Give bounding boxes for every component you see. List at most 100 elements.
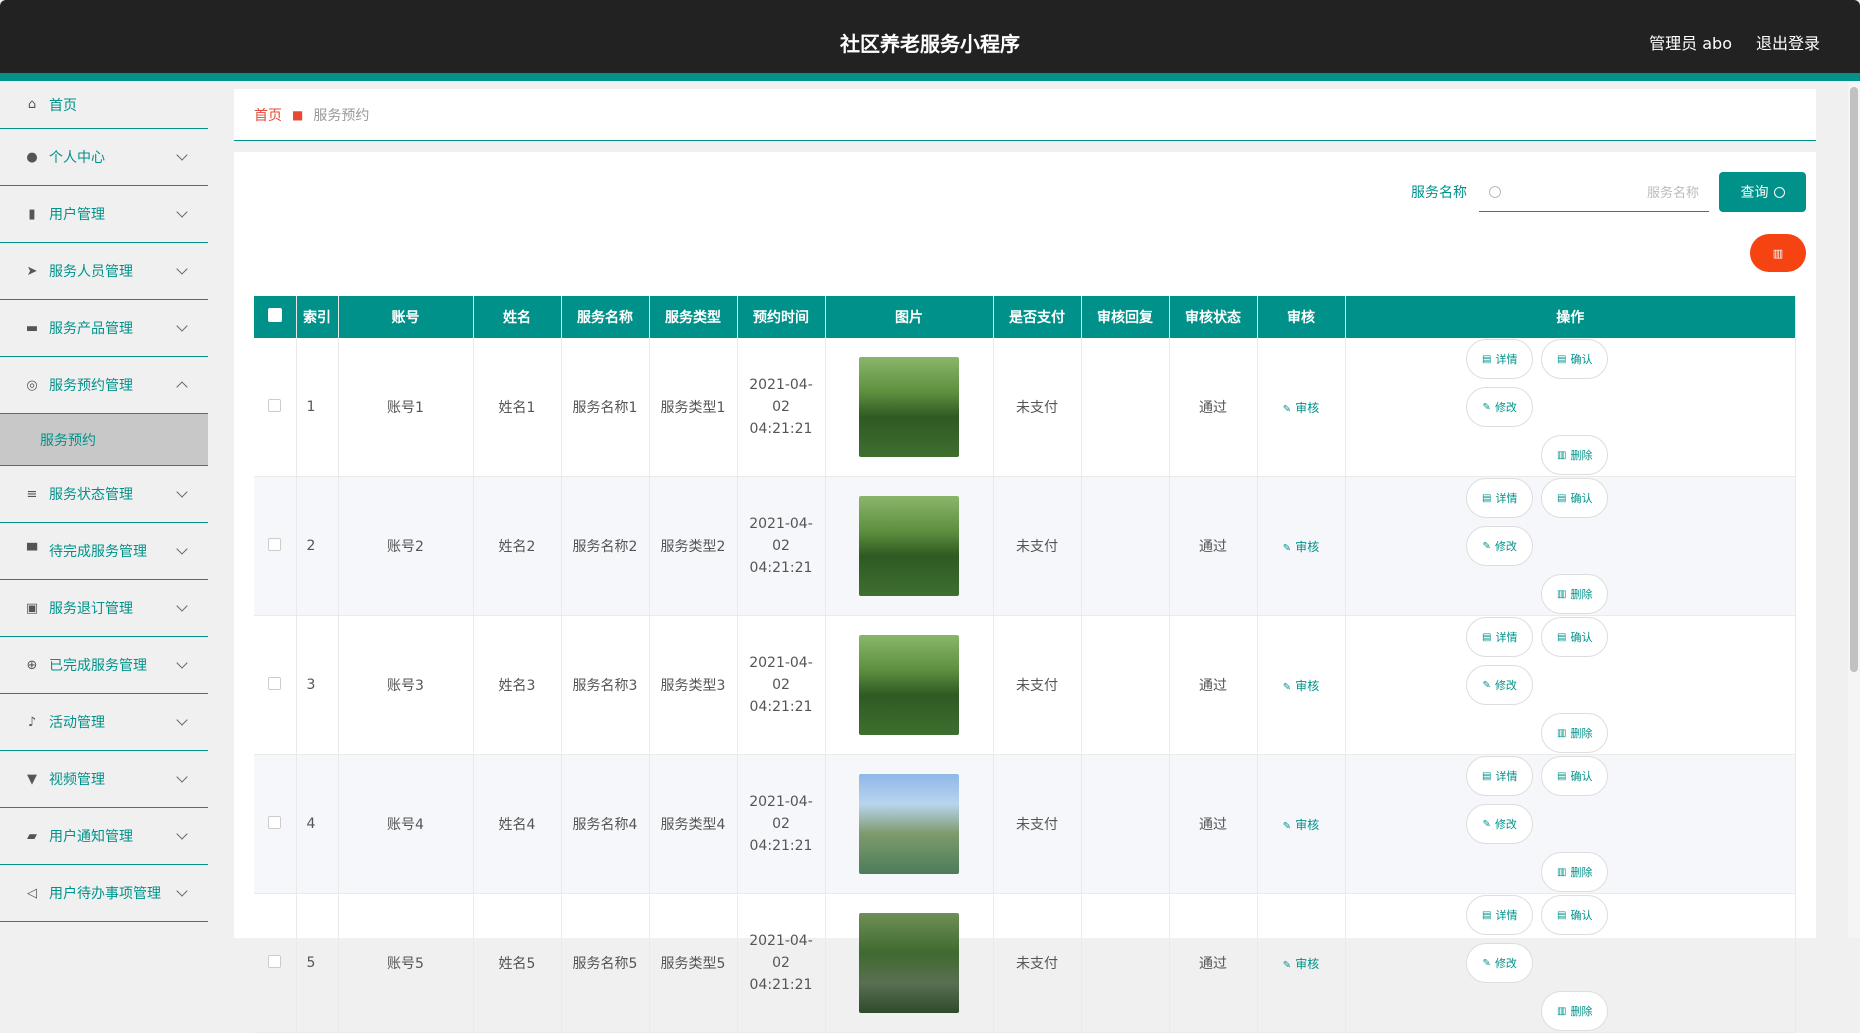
row-select-cell[interactable] [254, 893, 297, 1033]
page-scrollbar[interactable] [1848, 81, 1860, 938]
row-select-cell[interactable] [254, 476, 297, 616]
sidebar-item-staff-management[interactable]: ➤ 服务人员管理 [0, 243, 208, 300]
edit-icon: ✎ [1282, 959, 1292, 971]
audit-button[interactable]: ✎ 审核 [1283, 401, 1319, 415]
row-service: 服务名称5 [561, 893, 650, 1033]
confirm-button[interactable]: ▤ 确认 [1541, 339, 1609, 379]
sidebar-item-video-management[interactable]: ▼ 视频管理 [0, 751, 208, 808]
confirm-button[interactable]: ▤ 确认 [1541, 478, 1609, 518]
edit-button[interactable]: ✎ 修改 [1466, 943, 1534, 983]
select-all-checkbox[interactable] [267, 308, 282, 322]
search-icon [1489, 185, 1501, 198]
audit-button[interactable]: ✎ 审核 [1283, 540, 1319, 554]
service-image[interactable] [859, 635, 959, 735]
delete-button[interactable]: ▥ 删除 [1541, 852, 1609, 892]
detail-button[interactable]: ▤ 详情 [1466, 895, 1534, 935]
sidebar-item-personal-center[interactable]: ● 个人中心 [0, 129, 208, 186]
col-index: 索引 [296, 296, 339, 338]
row-select-cell[interactable] [254, 338, 297, 477]
audit-button[interactable]: ✎ 审核 [1283, 679, 1319, 693]
sidebar-item-notice-management[interactable]: ▰ 用户通知管理 [0, 808, 208, 865]
trash-icon: ▥ [1557, 866, 1567, 878]
edit-button[interactable]: ✎ 修改 [1466, 665, 1534, 705]
delete-button[interactable]: ▥ 删除 [1541, 991, 1609, 1031]
sidebar-item-home[interactable]: ⌂ 首页 [0, 81, 208, 129]
search-bar: 服务名称 服务名称 查询 [1411, 172, 1806, 212]
document-icon: ▤ [1557, 770, 1567, 782]
confirm-button[interactable]: ▤ 确认 [1541, 617, 1609, 657]
edit-icon: ✎ [1482, 957, 1491, 969]
sidebar-item-status-management[interactable]: ≡ 服务状态管理 [0, 466, 208, 523]
col-actions: 操作 [1345, 296, 1796, 338]
detail-button[interactable]: ▤ 详情 [1466, 478, 1534, 518]
sidebar-item-cancel-management[interactable]: ▣ 服务退订管理 [0, 580, 208, 637]
row-time: 2021-04-02 04:21:21 [737, 893, 826, 1033]
edit-button[interactable]: ✎ 修改 [1466, 387, 1534, 427]
query-button[interactable]: 查询 [1719, 172, 1806, 212]
delete-button[interactable]: ▥ 删除 [1541, 574, 1609, 614]
confirm-button[interactable]: ▤ 确认 [1541, 756, 1609, 796]
col-audit: 审核 [1257, 296, 1346, 338]
row-account: 账号3 [338, 615, 474, 755]
row-name: 姓名4 [473, 754, 562, 894]
row-reply [1081, 893, 1170, 1033]
scrollbar-thumb[interactable] [1850, 87, 1858, 672]
confirm-button[interactable]: ▤ 确认 [1541, 895, 1609, 935]
sidebar-item-pending-management[interactable]: ▀ 待完成服务管理 [0, 523, 208, 580]
row-checkbox[interactable] [268, 676, 282, 690]
sidebar-item-user-management[interactable]: ▮ 用户管理 [0, 186, 208, 243]
row-paid: 未支付 [993, 893, 1082, 1033]
sidebar: ⌂ 首页 ● 个人中心 ▮ 用户管理 ➤ 服务人员管理 ▬ 服务产品管理 ◎ 服务预约管理 … [0, 81, 208, 938]
row-status: 通过 [1169, 754, 1258, 894]
trash-icon: ▥ [1557, 1005, 1567, 1017]
audit-button[interactable]: ✎ 审核 [1283, 957, 1319, 971]
delete-button[interactable]: ▥ 删除 [1541, 435, 1609, 475]
audit-button[interactable]: ✎ 审核 [1283, 818, 1319, 832]
admin-user-label[interactable]: 管理员 abo [1649, 30, 1732, 54]
detail-button[interactable]: ▤ 详情 [1466, 617, 1534, 657]
document-icon: ▤ [1557, 353, 1567, 365]
row-name: 姓名1 [473, 338, 562, 477]
detail-button[interactable]: ▤ 详情 [1466, 756, 1534, 796]
row-checkbox[interactable] [268, 537, 282, 551]
sidebar-item-booking-management[interactable]: ◎ 服务预约管理 [0, 357, 208, 414]
chevron-down-icon [176, 206, 188, 218]
service-image[interactable] [859, 357, 959, 457]
trash-icon: ▥ [1772, 246, 1784, 260]
edit-button[interactable]: ✎ 修改 [1466, 526, 1534, 566]
sidebar-item-product-management[interactable]: ▬ 服务产品管理 [0, 300, 208, 357]
logout-button[interactable]: 退出登录 [1756, 30, 1820, 54]
service-image[interactable] [859, 774, 959, 874]
search-icon [1773, 186, 1785, 198]
mic-icon: ♪ [27, 714, 37, 730]
sidebar-item-completed-management[interactable]: ⊕ 已完成服务管理 [0, 637, 208, 694]
service-image[interactable] [859, 913, 959, 1013]
row-image-cell [825, 615, 994, 755]
row-select-cell[interactable] [254, 754, 297, 894]
document-icon: ▤ [1482, 353, 1492, 365]
row-time: 2021-04-02 04:21:21 [737, 615, 826, 755]
sidebar-item-todo-management[interactable]: ◁ 用户待办事项管理 [0, 865, 208, 922]
select-all-cell[interactable] [254, 296, 297, 338]
sidebar-item-activity-management[interactable]: ♪ 活动管理 [0, 694, 208, 751]
table-row: 1 账号1 姓名1 服务名称1 服务类型1 2021-04-02 04:21:21 未支付通… [254, 338, 1796, 477]
row-type: 服务类型3 [649, 615, 738, 755]
delete-button[interactable]: ▥ 删除 [1541, 713, 1609, 753]
row-select-cell[interactable] [254, 615, 297, 755]
col-image: 图片 [825, 296, 994, 338]
batch-delete-button[interactable]: ▥ [1750, 234, 1806, 272]
service-image[interactable] [859, 496, 959, 596]
breadcrumb-home[interactable]: 首页 [254, 105, 282, 125]
detail-button[interactable]: ▤ 详情 [1466, 339, 1534, 379]
row-time: 2021-04-02 04:21:21 [737, 476, 826, 616]
edit-button[interactable]: ✎ 修改 [1466, 804, 1534, 844]
search-input[interactable]: 服务名称 [1479, 172, 1709, 212]
edit-icon: ✎ [1282, 542, 1292, 554]
row-checkbox[interactable] [268, 815, 282, 829]
row-service: 服务名称4 [561, 754, 650, 894]
row-name: 姓名3 [473, 615, 562, 755]
sidebar-subitem-booking[interactable]: 服务预约 [0, 414, 208, 466]
row-checkbox[interactable] [268, 398, 282, 412]
row-checkbox[interactable] [268, 954, 282, 968]
row-index: 3 [296, 615, 339, 755]
